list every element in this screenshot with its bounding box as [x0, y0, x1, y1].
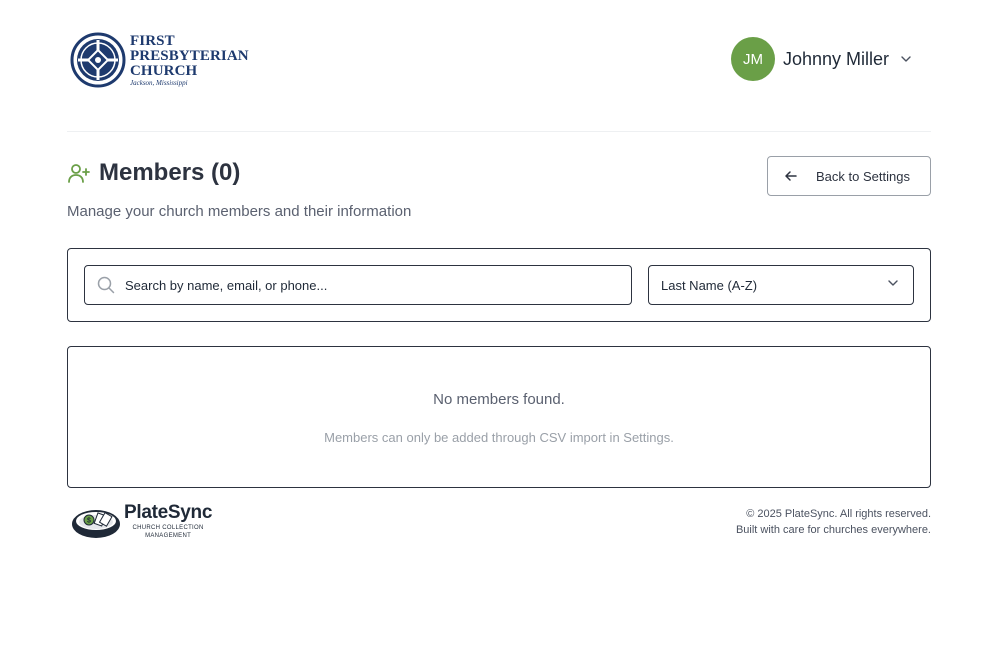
brand-tagline-line1: CHURCH COLLECTION: [132, 525, 204, 531]
empty-state-title: No members found.: [433, 391, 565, 408]
back-to-settings-button[interactable]: Back to Settings: [767, 156, 931, 196]
page-subtitle: Manage your church members and their inf…: [67, 203, 412, 220]
user-menu[interactable]: JM Johnny Miller: [730, 37, 913, 81]
brand-name: PlateSync: [124, 502, 213, 523]
sort-select[interactable]: Last Name (A-Z): [648, 265, 914, 305]
footer-copyright: © 2025 PlateSync. All rights reserved. B…: [736, 506, 931, 538]
chevron-down-icon: [887, 276, 899, 294]
avatar[interactable]: JM: [730, 37, 775, 81]
brand-tagline: CHURCH COLLECTION MANAGEMENT: [124, 524, 212, 540]
search-input[interactable]: [125, 277, 605, 293]
footer-tagline: Built with care for churches everywhere.: [735, 524, 931, 536]
header-divider: [67, 131, 931, 132]
collection-plate-icon: $: [72, 509, 120, 538]
chevron-down-icon[interactable]: [899, 52, 913, 66]
members-results: No members found. Members can only be ad…: [67, 346, 931, 488]
search-icon: [97, 276, 115, 294]
search-box[interactable]: [84, 265, 632, 305]
page-title: Members (0): [99, 159, 241, 186]
page-heading: Members (0): [67, 159, 240, 187]
arrow-left-icon: [784, 168, 800, 184]
church-logo[interactable]: FIRST PRESBYTERIAN CHURCH Jackson, Missi…: [70, 32, 249, 88]
empty-state-subtitle: Members can only be added through CSV im…: [324, 430, 674, 445]
back-button-label: Back to Settings: [816, 168, 910, 184]
church-name-line1: FIRST: [130, 32, 175, 49]
brand-tagline-line2: MANAGEMENT: [145, 533, 192, 539]
church-name-line2: PRESBYTERIAN: [130, 47, 249, 64]
church-seal-icon: [70, 32, 126, 88]
user-plus-icon: [68, 164, 90, 183]
user-name[interactable]: Johnny Miller: [783, 49, 889, 70]
church-name-line3: CHURCH: [130, 62, 198, 79]
platesync-logo: $ PlateSync CHURCH COLLECTION MANAGEMENT: [70, 503, 212, 540]
church-name: FIRST PRESBYTERIAN CHURCH Jackson, Missi…: [130, 32, 249, 87]
header: FIRST PRESBYTERIAN CHURCH Jackson, Missi…: [67, 30, 931, 90]
filter-card: Last Name (A-Z): [67, 248, 931, 322]
svg-text:$: $: [87, 517, 91, 524]
copyright-text: © 2025 PlateSync. All rights reserved.: [746, 508, 931, 520]
church-location: Jackson, Mississippi: [130, 78, 188, 87]
sort-selected-value: Last Name (A-Z): [661, 277, 758, 293]
